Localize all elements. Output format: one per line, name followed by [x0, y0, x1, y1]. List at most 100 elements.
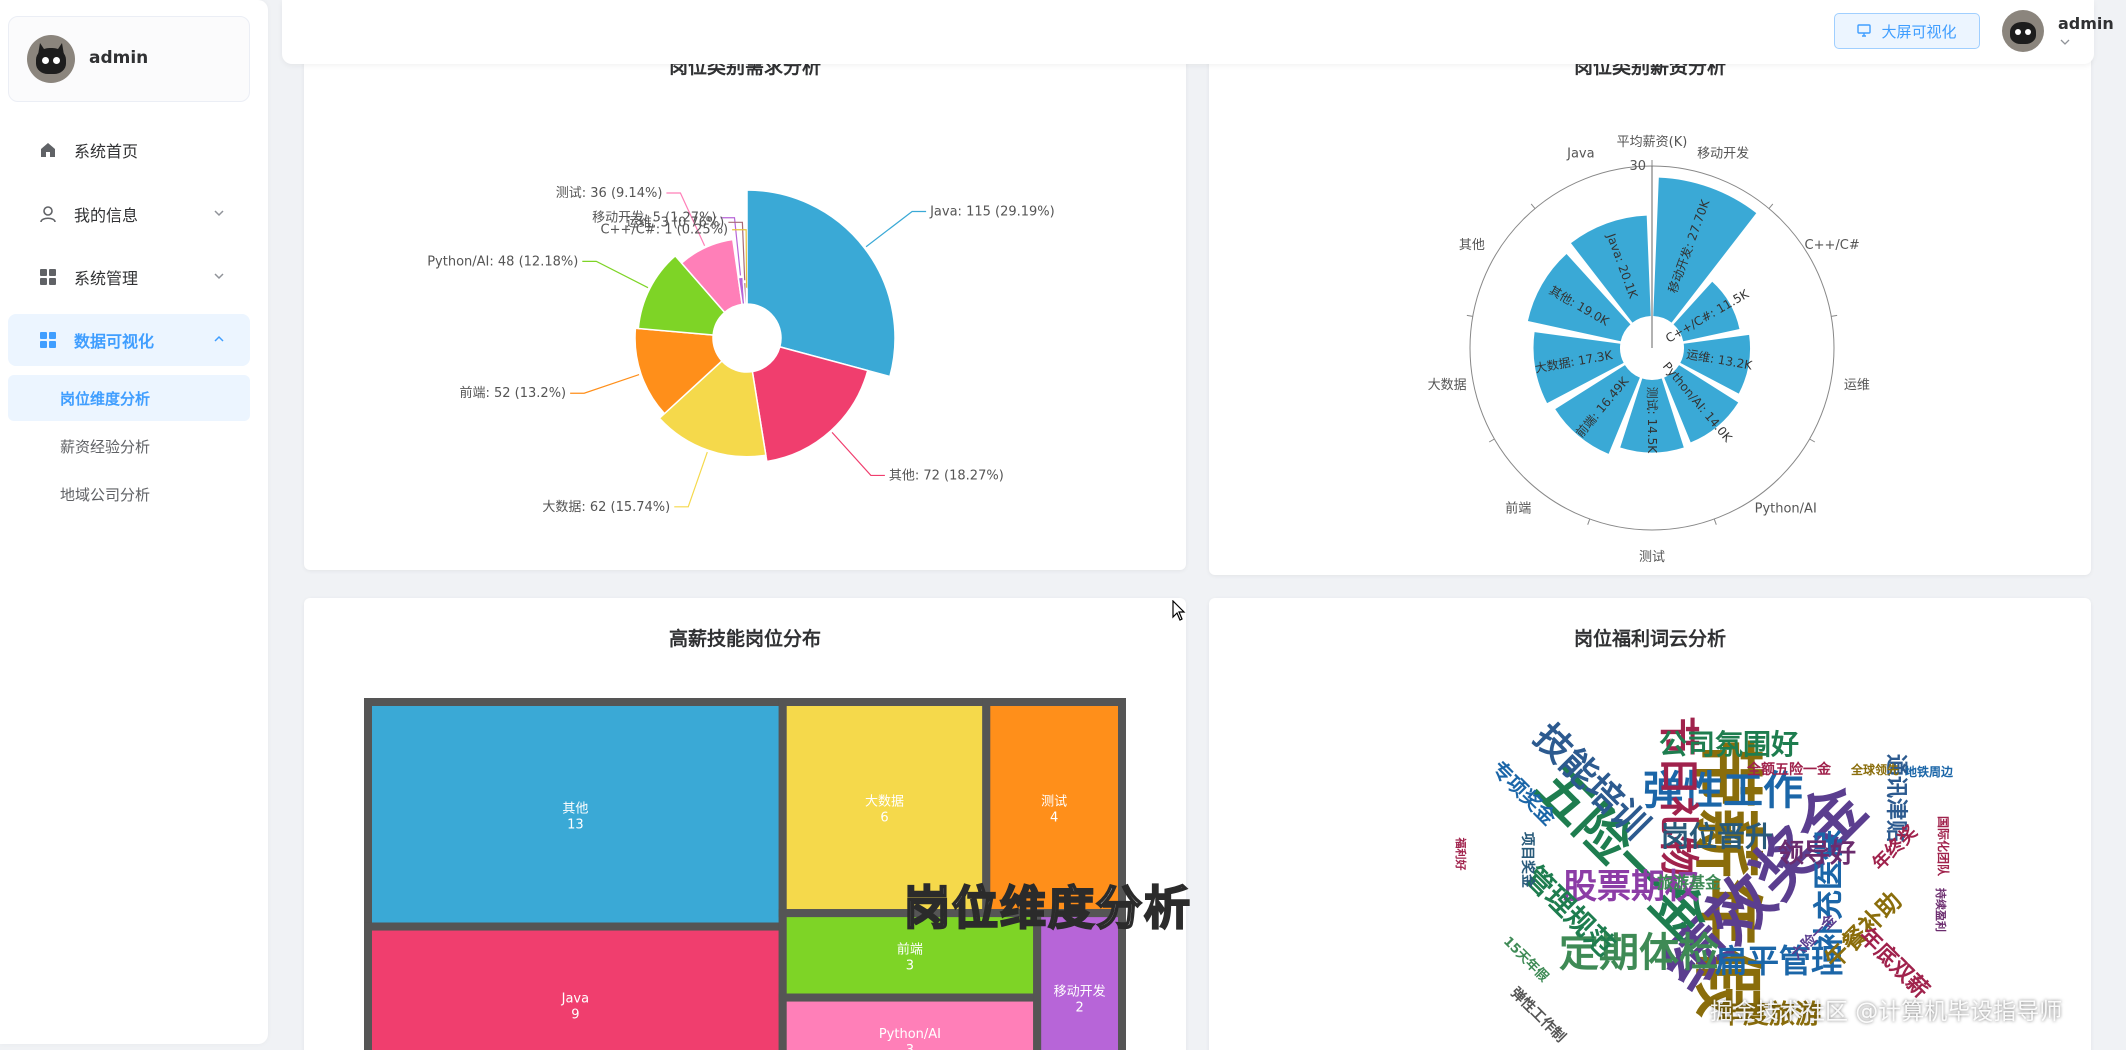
card-treemap: 高薪技能岗位分布 其他13Java9大数据6测试4前端3Python/AI3移动…	[304, 598, 1186, 1050]
polar-category-label-3: Python/AI	[1755, 501, 1817, 516]
treemap-node-value-6: 2	[1075, 1001, 1083, 1016]
rose-label-2: 大数据: 62 (15.74%)	[542, 500, 670, 515]
menu-item-label: 数据可视化	[74, 332, 155, 351]
polar-radius-tick: 30	[1629, 159, 1646, 174]
top-header: 大屏可视化 admin	[282, 0, 2114, 64]
polar-category-label-6: 大数据	[1428, 378, 1467, 393]
menu-item-data-visualization[interactable]: 数据可视化	[8, 314, 250, 366]
rose-label-0: Java: 115 (29.19%)	[929, 204, 1055, 219]
polar-angle-tick-3	[1809, 438, 1816, 443]
rose-leader-line-2	[674, 451, 708, 508]
treemap-node-label-5: Python/AI	[879, 1027, 941, 1042]
wordcloud-word-20: 全额五险一金	[1746, 761, 1832, 778]
mouse-cursor-icon	[1172, 600, 1186, 621]
polar-angle-tick-5	[1587, 518, 1591, 525]
polar-category-label-4: 测试	[1639, 550, 1665, 565]
avatar	[27, 35, 75, 83]
treemap-node-label-2: 大数据	[865, 795, 904, 810]
treemap-node-value-2: 6	[880, 811, 888, 826]
rose-leader-line-0	[865, 210, 927, 248]
treemap-chart: 其他13Java9大数据6测试4前端3Python/AI3移动开发2	[364, 698, 1127, 1050]
polar-category-label-2: 运维	[1844, 378, 1870, 393]
rose-label-3: 前端: 52 (13.2%)	[459, 385, 566, 401]
header-avatar[interactable]	[2002, 10, 2044, 52]
header-user-name[interactable]: admin	[2058, 14, 2114, 33]
rose-pie-chart: Java: 115 (29.19%) 其他: 72 (18.27%) 大数据: 62…	[427, 186, 1055, 515]
menu-item-my-info[interactable]: 我的信息	[8, 188, 250, 240]
bigscreen-label: 大屏可视化	[1881, 22, 1957, 41]
polar-angle-tick-6	[1488, 438, 1495, 443]
bigscreen-button[interactable]: 大屏可视化	[1834, 13, 1980, 49]
treemap-node-value-3: 4	[1050, 811, 1058, 826]
user-icon	[38, 204, 58, 224]
rose-label-1: 其他: 72 (18.27%)	[889, 468, 1004, 483]
polar-angle-tick-4	[1713, 518, 1717, 525]
treemap-node-value-0: 13	[567, 817, 584, 832]
rose-label-5: 测试: 36 (9.14%)	[556, 186, 663, 201]
wordcloud-word-9: 岗位晋升	[1661, 820, 1773, 853]
rose-leader-line-1	[831, 431, 885, 477]
polar-category-label-5: 前端	[1505, 500, 1531, 516]
treemap-node-label-4: 前端	[897, 941, 923, 957]
rose-leader-line-3	[570, 374, 640, 394]
polar-angle-tick-2	[1831, 314, 1838, 317]
polar-bar-chart: 平均薪资(K)30移动开发移动开发: 27.70K C++/C#C++/C#: 1…	[1428, 135, 1870, 565]
treemap-node-label-0: 其他	[562, 801, 588, 816]
wordcloud-word-25: 15天年假	[1500, 933, 1552, 985]
rose-label-8: C++/C#: 1 (0.25%)	[601, 223, 729, 238]
treemap-node-label-3: 测试	[1041, 795, 1067, 810]
wordcloud-word-26: 福利好	[1454, 837, 1468, 871]
menu-item-label: 我的信息	[74, 206, 139, 225]
menu-item-label: 系统管理	[74, 269, 139, 288]
wordcloud-word-23: 国际化团队	[1936, 816, 1951, 877]
treemap-node-value-1: 9	[571, 1007, 579, 1022]
menu-item-label: 系统首页	[74, 142, 139, 161]
monitor-icon	[1857, 24, 1872, 37]
rose-leader-line-4	[582, 260, 649, 289]
grid-icon	[38, 267, 58, 287]
watermark: 掘金技术社区 @计算机毕设指导师	[1710, 999, 2063, 1025]
chevron-down-icon	[214, 210, 224, 217]
card-salary-analysis: 岗位类别薪资分析 平均薪资(K) 30 移动开发 移动开发: 27.70K C++/C#…	[1209, 40, 2091, 575]
polar-category-label-8: Java	[1566, 147, 1594, 162]
wordcloud-word-21: 全球领先	[1850, 762, 1899, 777]
polar-angle-tick-7	[1466, 314, 1473, 317]
polar-value-label-4: 测试: 14.5K	[1645, 387, 1660, 455]
menu-item-home[interactable]: 系统首页	[8, 124, 250, 176]
polar-angle-tick-1	[1768, 203, 1774, 209]
polar-category-label-0: 移动开发	[1697, 146, 1749, 162]
user-card[interactable]: admin	[8, 16, 250, 102]
wordcloud-word-8: 公司氛围好	[1659, 728, 1799, 761]
polar-angle-tick-8	[1530, 203, 1536, 209]
rose-label-4: Python/AI: 48 (12.18%)	[427, 254, 578, 269]
treemap-node-label-6: 移动开发	[1054, 984, 1106, 1000]
polar-category-label-7: 其他	[1459, 238, 1485, 253]
card-wordcloud: 岗位福利词云分析 带薪年假 绩效奖金 五险一金 弹性工作 节日礼物 技能培训 定期体检 股票期…	[1209, 598, 2091, 1050]
menu-item-system-manage[interactable]: 系统管理	[8, 251, 250, 303]
card-demand-analysis: 岗位类别需求分析 Java: 115 (29.19%) 其他: 72 (18.27…	[304, 40, 1186, 570]
submenu-item-region-company[interactable]: 地域公司分析	[8, 471, 250, 517]
treemap-node-1	[364, 922, 787, 1050]
user-name: admin	[89, 48, 149, 68]
wordcloud-word-19: 项目奖金	[1519, 832, 1536, 889]
treemap-node-value-4: 3	[906, 958, 914, 973]
home-icon	[38, 140, 58, 160]
wordcloud-chart: 带薪年假绩效奖金五险一金弹性工作节日礼物技能培训定期体检股票期权公司氛围好岗位晋…	[1454, 716, 1954, 1046]
treemap-node-value-5: 3	[906, 1043, 914, 1050]
caret-down-icon[interactable]	[2060, 38, 2070, 46]
chevron-down-icon	[214, 273, 224, 280]
chevron-up-icon	[214, 335, 224, 342]
wordcloud-word-13: 领导好	[1778, 838, 1856, 869]
rose-slice-8	[745, 288, 748, 305]
sidebar: admin 系统首页 我的信息 系统管理 数据可视化 岗位维度分析 薪资经验分析…	[0, 0, 268, 1044]
video-caption: 岗位维度分析	[903, 880, 1192, 936]
submenu-item-salary-experience[interactable]: 薪资经验分析	[8, 423, 250, 469]
submenu-item-job-dimension[interactable]: 岗位维度分析	[8, 375, 250, 421]
rose-slice-0	[746, 189, 896, 378]
polar-category-label-1: C++/C#	[1805, 238, 1860, 253]
wordcloud-word-18: 旅游基金	[1657, 873, 1722, 892]
wordcloud-word-22: 地铁周边	[1905, 764, 1954, 779]
polar-radius-axis-name: 平均薪资(K)	[1617, 135, 1688, 150]
grid-icon	[38, 330, 58, 350]
wordcloud-word-30: 弹性工作制	[1507, 984, 1569, 1046]
